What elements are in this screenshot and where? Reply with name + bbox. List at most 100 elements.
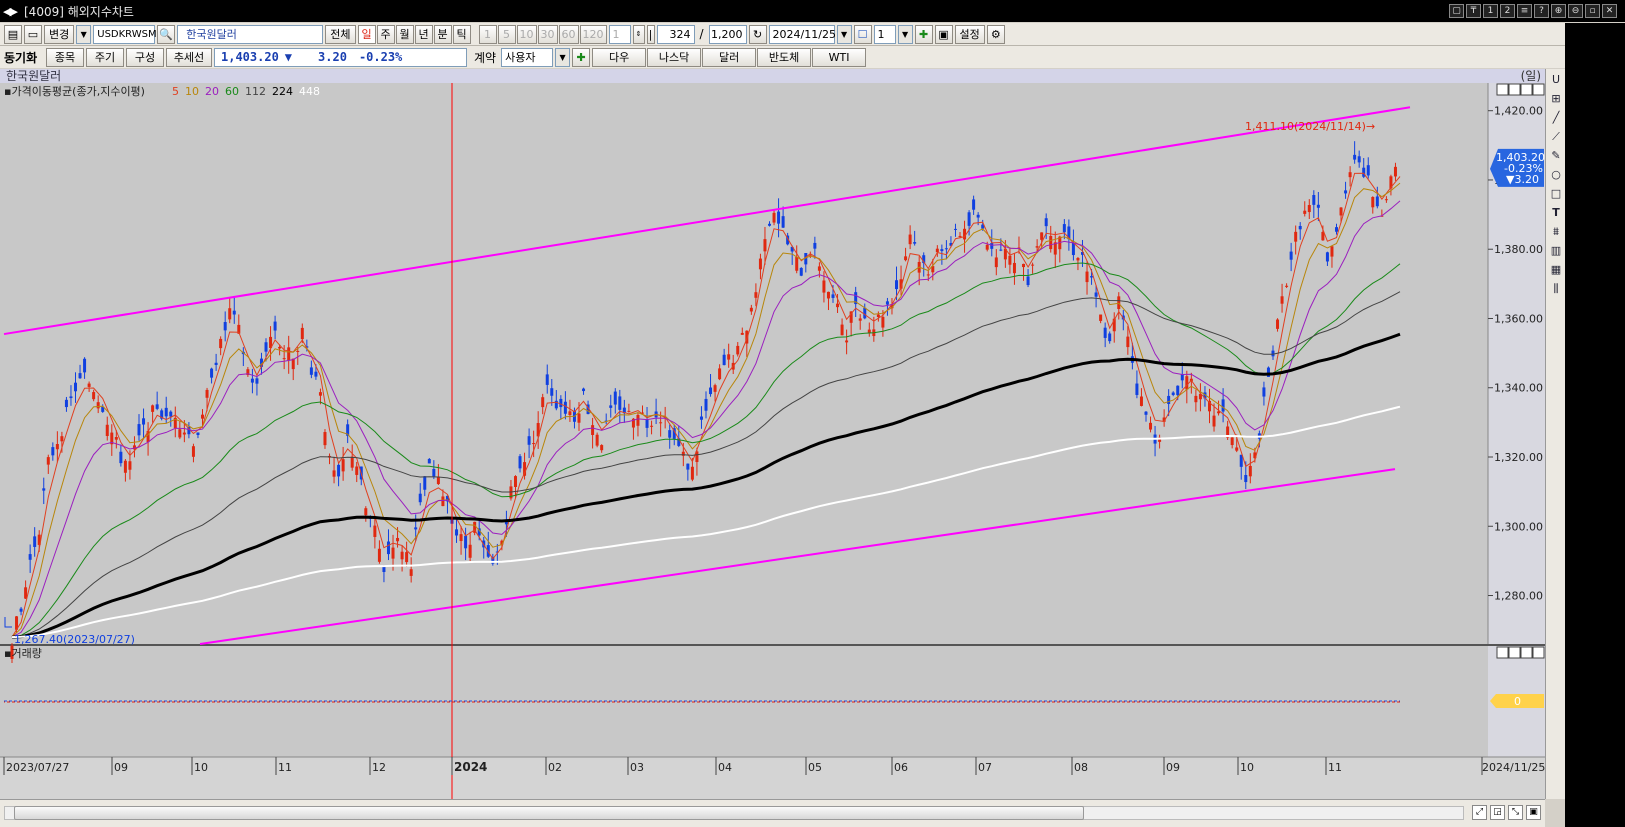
trend-tool-icon[interactable]: ⟋ (1548, 129, 1564, 145)
candle-body (781, 216, 785, 228)
interval-input[interactable]: 1 (608, 24, 631, 44)
interval-1[interactable]: 5 (497, 24, 516, 44)
candle-body (436, 476, 440, 485)
mult-input[interactable]: 1 (873, 24, 896, 44)
search-icon[interactable]: 🔍 (157, 24, 176, 44)
shortcut-3[interactable]: 반도체 (757, 47, 812, 67)
window-control-0[interactable]: ▢ (1449, 4, 1464, 18)
x-tick-label: 06 (894, 761, 908, 774)
line-tool-icon[interactable]: ╱ (1548, 110, 1564, 126)
window-control-3[interactable]: 2 (1500, 4, 1515, 18)
monitor-icon[interactable]: ▭ (24, 24, 42, 44)
fib-tool-icon[interactable]: ⩩ (1548, 224, 1564, 240)
candle-body (409, 569, 413, 576)
shortcut-0[interactable]: 다우 (592, 47, 647, 67)
user-dropdown-icon[interactable]: ▼ (555, 47, 571, 67)
shortcut-2[interactable]: 달러 (702, 47, 757, 67)
trend-button[interactable]: 추세선 (166, 47, 212, 67)
window-control-6[interactable]: ⊕ (1551, 4, 1566, 18)
period-4[interactable]: 분 (433, 24, 452, 44)
compose-button[interactable]: 구성 (126, 47, 164, 67)
window-control-7[interactable]: ⊖ (1568, 4, 1583, 18)
pen-tool-icon[interactable]: ✎ (1548, 148, 1564, 164)
period-3[interactable]: 년 (414, 24, 433, 44)
add-shortcut-icon[interactable]: ✚ (572, 47, 591, 67)
all-button[interactable]: 전체 (325, 24, 356, 44)
bar-tool-icon[interactable]: ⫼ (1548, 281, 1564, 297)
candle-body (382, 566, 386, 572)
items-button[interactable]: 종목 (46, 47, 84, 67)
title-bar: ◀▶ [4009] 해외지수차트 ▢ ₸ 1 2 ≡? ⊕ ⊖ ▫ ✕ (0, 0, 1625, 22)
chart-tool-icon[interactable]: ▥ (1548, 243, 1564, 259)
candle-body (83, 358, 87, 373)
mult-dropdown-icon[interactable]: ▼ (897, 24, 913, 44)
window-control-9[interactable]: ✕ (1602, 4, 1617, 18)
text-tool-icon[interactable]: T (1548, 205, 1564, 221)
candle-body (69, 396, 73, 399)
date-input[interactable]: 2024/11/25 (768, 24, 836, 44)
candle-body (1262, 387, 1266, 397)
window-control-8[interactable]: ▫ (1585, 4, 1600, 18)
maximize-icon[interactable]: ▣ (1526, 805, 1541, 820)
rect-tool-icon[interactable]: □ (1548, 186, 1564, 202)
change-dropdown-icon[interactable]: ▼ (76, 24, 92, 44)
crosshair-icon[interactable]: ⊞ (1548, 91, 1564, 107)
count-input[interactable]: 324 (656, 24, 695, 44)
period-0[interactable]: 일 (357, 24, 376, 44)
cursor-icon[interactable]: U (1548, 72, 1564, 88)
chart-area[interactable]: 1,420.001,400.001,380.001,360.001,340.00… (0, 69, 1545, 799)
candle-body (976, 214, 980, 218)
zoom-in-icon[interactable]: ⤢ (1472, 805, 1487, 820)
contract-label: 계약 (474, 50, 497, 65)
period-1[interactable]: 주 (376, 24, 395, 44)
checkbox-icon[interactable]: ☐ (853, 24, 872, 44)
cycle-button[interactable]: 주기 (86, 47, 124, 67)
scroll-thumb[interactable] (14, 806, 1084, 820)
price-chart[interactable]: 1,420.001,400.001,380.001,360.001,340.00… (0, 69, 1545, 799)
ma-legend-10: 10 (185, 85, 199, 98)
candle-body (885, 301, 889, 305)
candle-body (550, 388, 554, 396)
shortcut-1[interactable]: 나스닥 (647, 47, 702, 67)
candle-body (414, 527, 418, 530)
candle-body (1303, 210, 1307, 214)
user-select[interactable]: 사용자 (501, 47, 554, 67)
period-2[interactable]: 월 (395, 24, 414, 44)
interval-2[interactable]: 10 (516, 24, 537, 44)
interval-stepper-icon[interactable]: ⇕ (632, 24, 645, 44)
candle-body (250, 378, 254, 383)
symbol-input[interactable]: USDKRWSMBS (93, 24, 170, 44)
app-window: ◀▶ [4009] 해외지수차트 ▢ ₸ 1 2 ≡? ⊕ ⊖ ▫ ✕ ▤ ▭ 변경 ▼ USD… (0, 0, 1625, 827)
interval-3[interactable]: 30 (537, 24, 558, 44)
candle-body (1026, 276, 1030, 286)
zoom-fit-icon[interactable]: ◲ (1490, 805, 1505, 820)
change-button[interactable]: 변경 (44, 24, 75, 44)
layout-icon[interactable]: ▤ (4, 24, 22, 44)
window-control-1[interactable]: ₸ (1466, 4, 1481, 18)
layout-tool-icon[interactable]: ▦ (1548, 262, 1564, 278)
ma-legend-224: 224 (272, 85, 293, 98)
total-input[interactable]: 1,200 (708, 24, 747, 44)
candle-body (845, 340, 849, 343)
candle-body (223, 322, 227, 331)
refresh-icon[interactable]: ↻ (748, 24, 767, 44)
window-control-2[interactable]: 1 (1483, 4, 1498, 18)
shortcut-4[interactable]: WTI (812, 47, 867, 67)
gear-icon[interactable]: ⚙ (986, 24, 1005, 44)
volume-panel-btn-bg (1520, 646, 1533, 659)
date-dropdown-icon[interactable]: ▼ (836, 24, 852, 44)
period-5[interactable]: 틱 (452, 24, 471, 44)
add-icon[interactable]: ✚ (914, 24, 933, 44)
save-icon[interactable]: ▣ (934, 24, 953, 44)
window-control-4[interactable]: ≡ (1517, 4, 1532, 18)
circle-tool-icon[interactable]: ○ (1548, 167, 1564, 183)
interval-4[interactable]: 60 (558, 24, 579, 44)
interval-5[interactable]: 120 (579, 24, 607, 44)
interval-0[interactable]: 1 (478, 24, 497, 44)
window-control-5[interactable]: ? (1534, 4, 1549, 18)
candle-body (74, 382, 78, 392)
zoom-out-icon[interactable]: ⤡ (1508, 805, 1523, 820)
candle-body (137, 424, 141, 436)
settings-button[interactable]: 설정 (954, 24, 985, 44)
candle-body (913, 242, 917, 244)
